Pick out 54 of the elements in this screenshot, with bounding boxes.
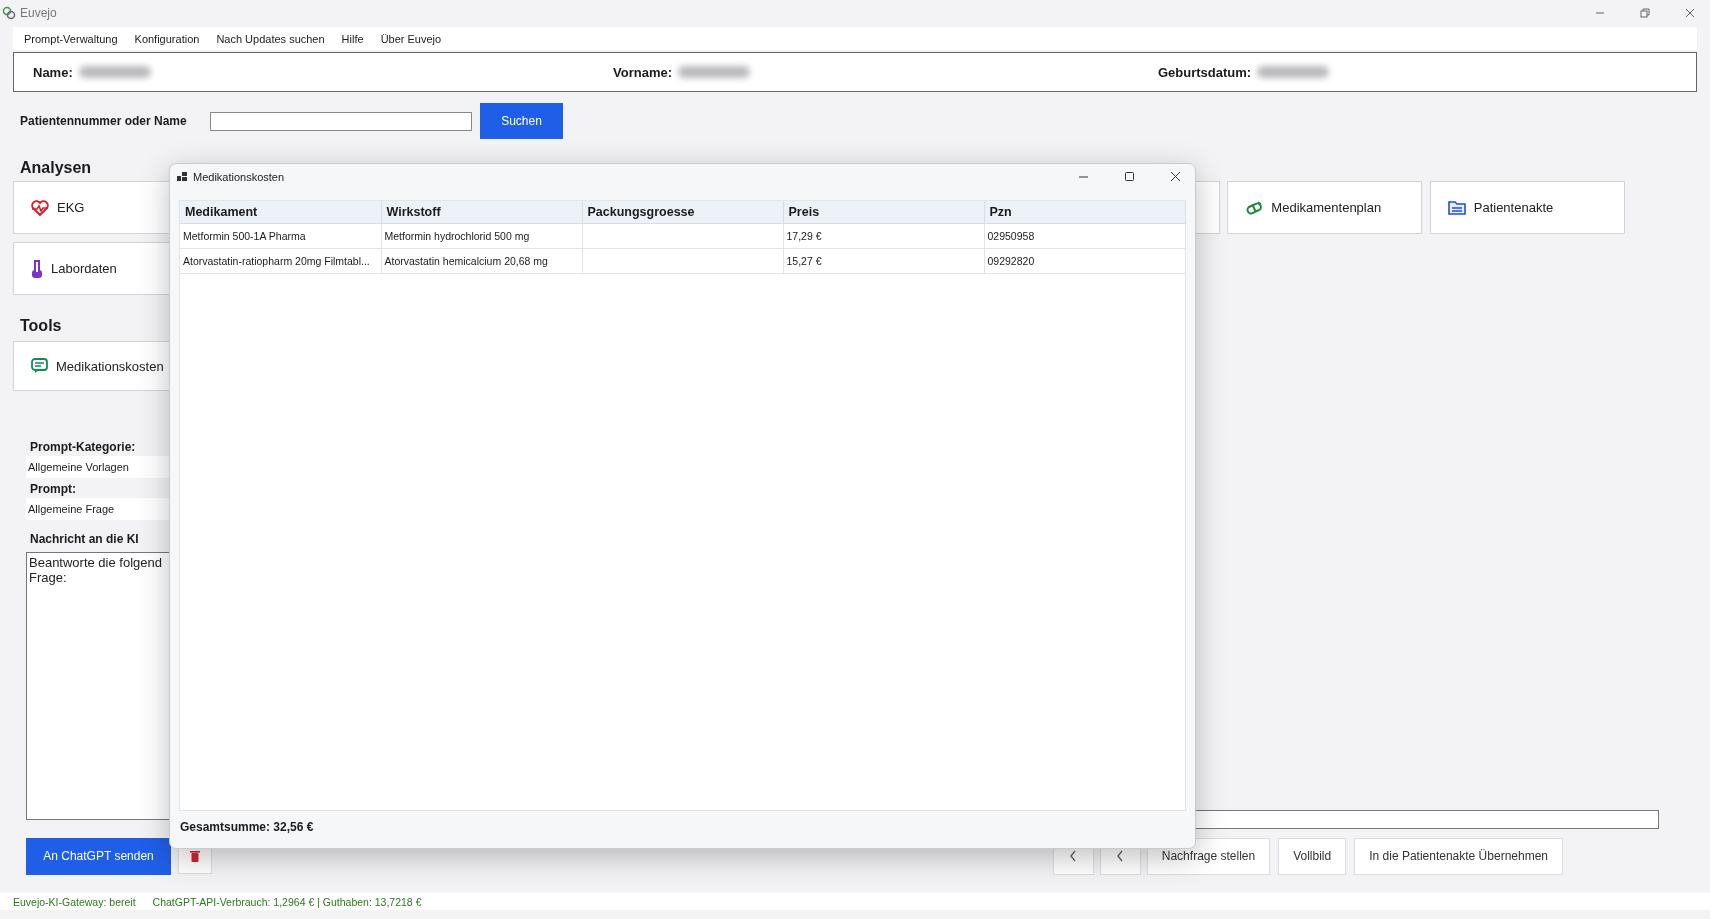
chevron-left-icon (1116, 850, 1125, 862)
table-cell: Metformin 500-1A Pharma (180, 223, 381, 249)
menu-item[interactable]: Prompt-Verwaltung (24, 30, 118, 47)
menu-item[interactable]: Nach Updates suchen (216, 30, 325, 47)
field-label: Name: (33, 64, 73, 80)
pill-icon (1245, 199, 1264, 216)
action-button[interactable]: Vollbild (1278, 837, 1347, 875)
table-cell: Metformin hydrochlorid 500 mg (381, 223, 582, 249)
column-header[interactable]: Preis (783, 201, 984, 224)
tile-button[interactable]: Medikamentenplan (1227, 181, 1423, 234)
section-heading: Tools (20, 317, 62, 335)
restore-icon[interactable] (1638, 6, 1651, 19)
menu-item[interactable]: Konfiguration (134, 30, 200, 47)
column-header[interactable]: Pzn (984, 201, 1185, 224)
maximize-icon[interactable] (1123, 171, 1135, 182)
close-icon[interactable] (1169, 171, 1181, 182)
field-label: Vorname: (613, 64, 672, 80)
field-label: Geburtsdatum: (1158, 64, 1252, 80)
tile-button[interactable]: Patientenakte (1429, 181, 1625, 234)
field-label: Patientennummer oder Name (20, 114, 188, 128)
menu-item[interactable]: Hilfe (341, 30, 364, 47)
field-label: Nachricht an die KI (30, 531, 140, 548)
app-logo-icon (2, 5, 16, 20)
redacted-value (678, 66, 750, 78)
status-text: Euvejo-KI-Gateway: bereit (13, 895, 136, 908)
table-cell: 15,27 € (783, 248, 984, 274)
table-cell: 09292820 (984, 248, 1185, 274)
test-tube-icon (31, 259, 43, 278)
table-cell: 02950958 (984, 223, 1185, 249)
table-cell: Atorvastatin hemicalcium 20,68 mg (381, 248, 582, 274)
close-icon[interactable] (1683, 6, 1696, 19)
send-button[interactable]: An ChatGPT senden (26, 837, 171, 875)
search-button[interactable]: Suchen (480, 103, 563, 139)
search-field[interactable] (210, 111, 472, 131)
trash-icon (190, 849, 200, 863)
total-sum: Gesamtsumme: 32,56 € (179, 819, 315, 834)
column-header[interactable]: Medikament (180, 201, 381, 224)
column-header[interactable]: Packungsgroesse (582, 201, 783, 224)
menu-item[interactable]: Über Euvejo (380, 30, 442, 47)
chat-icon (31, 358, 48, 374)
field-label: Prompt: (30, 481, 77, 498)
action-button[interactable]: In die Patientenakte Übernehmen (1354, 837, 1563, 875)
field-label: Prompt-Kategorie: (30, 439, 137, 456)
table-cell: 17,29 € (783, 223, 984, 249)
window-title: Euvejo (20, 5, 57, 20)
heart-pulse-icon (31, 199, 49, 216)
section-heading: Analysen (20, 159, 92, 177)
folder-icon (1447, 200, 1466, 215)
table-cell: Atorvastatin-ratiopharm 20mg Filmtabl... (180, 248, 381, 274)
chevron-left-icon (1069, 850, 1078, 862)
status-text: ChatGPT-API-Verbrauch: 1,2964 € | Guthaben: 13,7218 € (152, 895, 422, 908)
column-header[interactable]: Wirkstoff (381, 201, 582, 224)
window-icon (177, 171, 187, 182)
dialog-title: Medikationskosten (193, 170, 285, 183)
